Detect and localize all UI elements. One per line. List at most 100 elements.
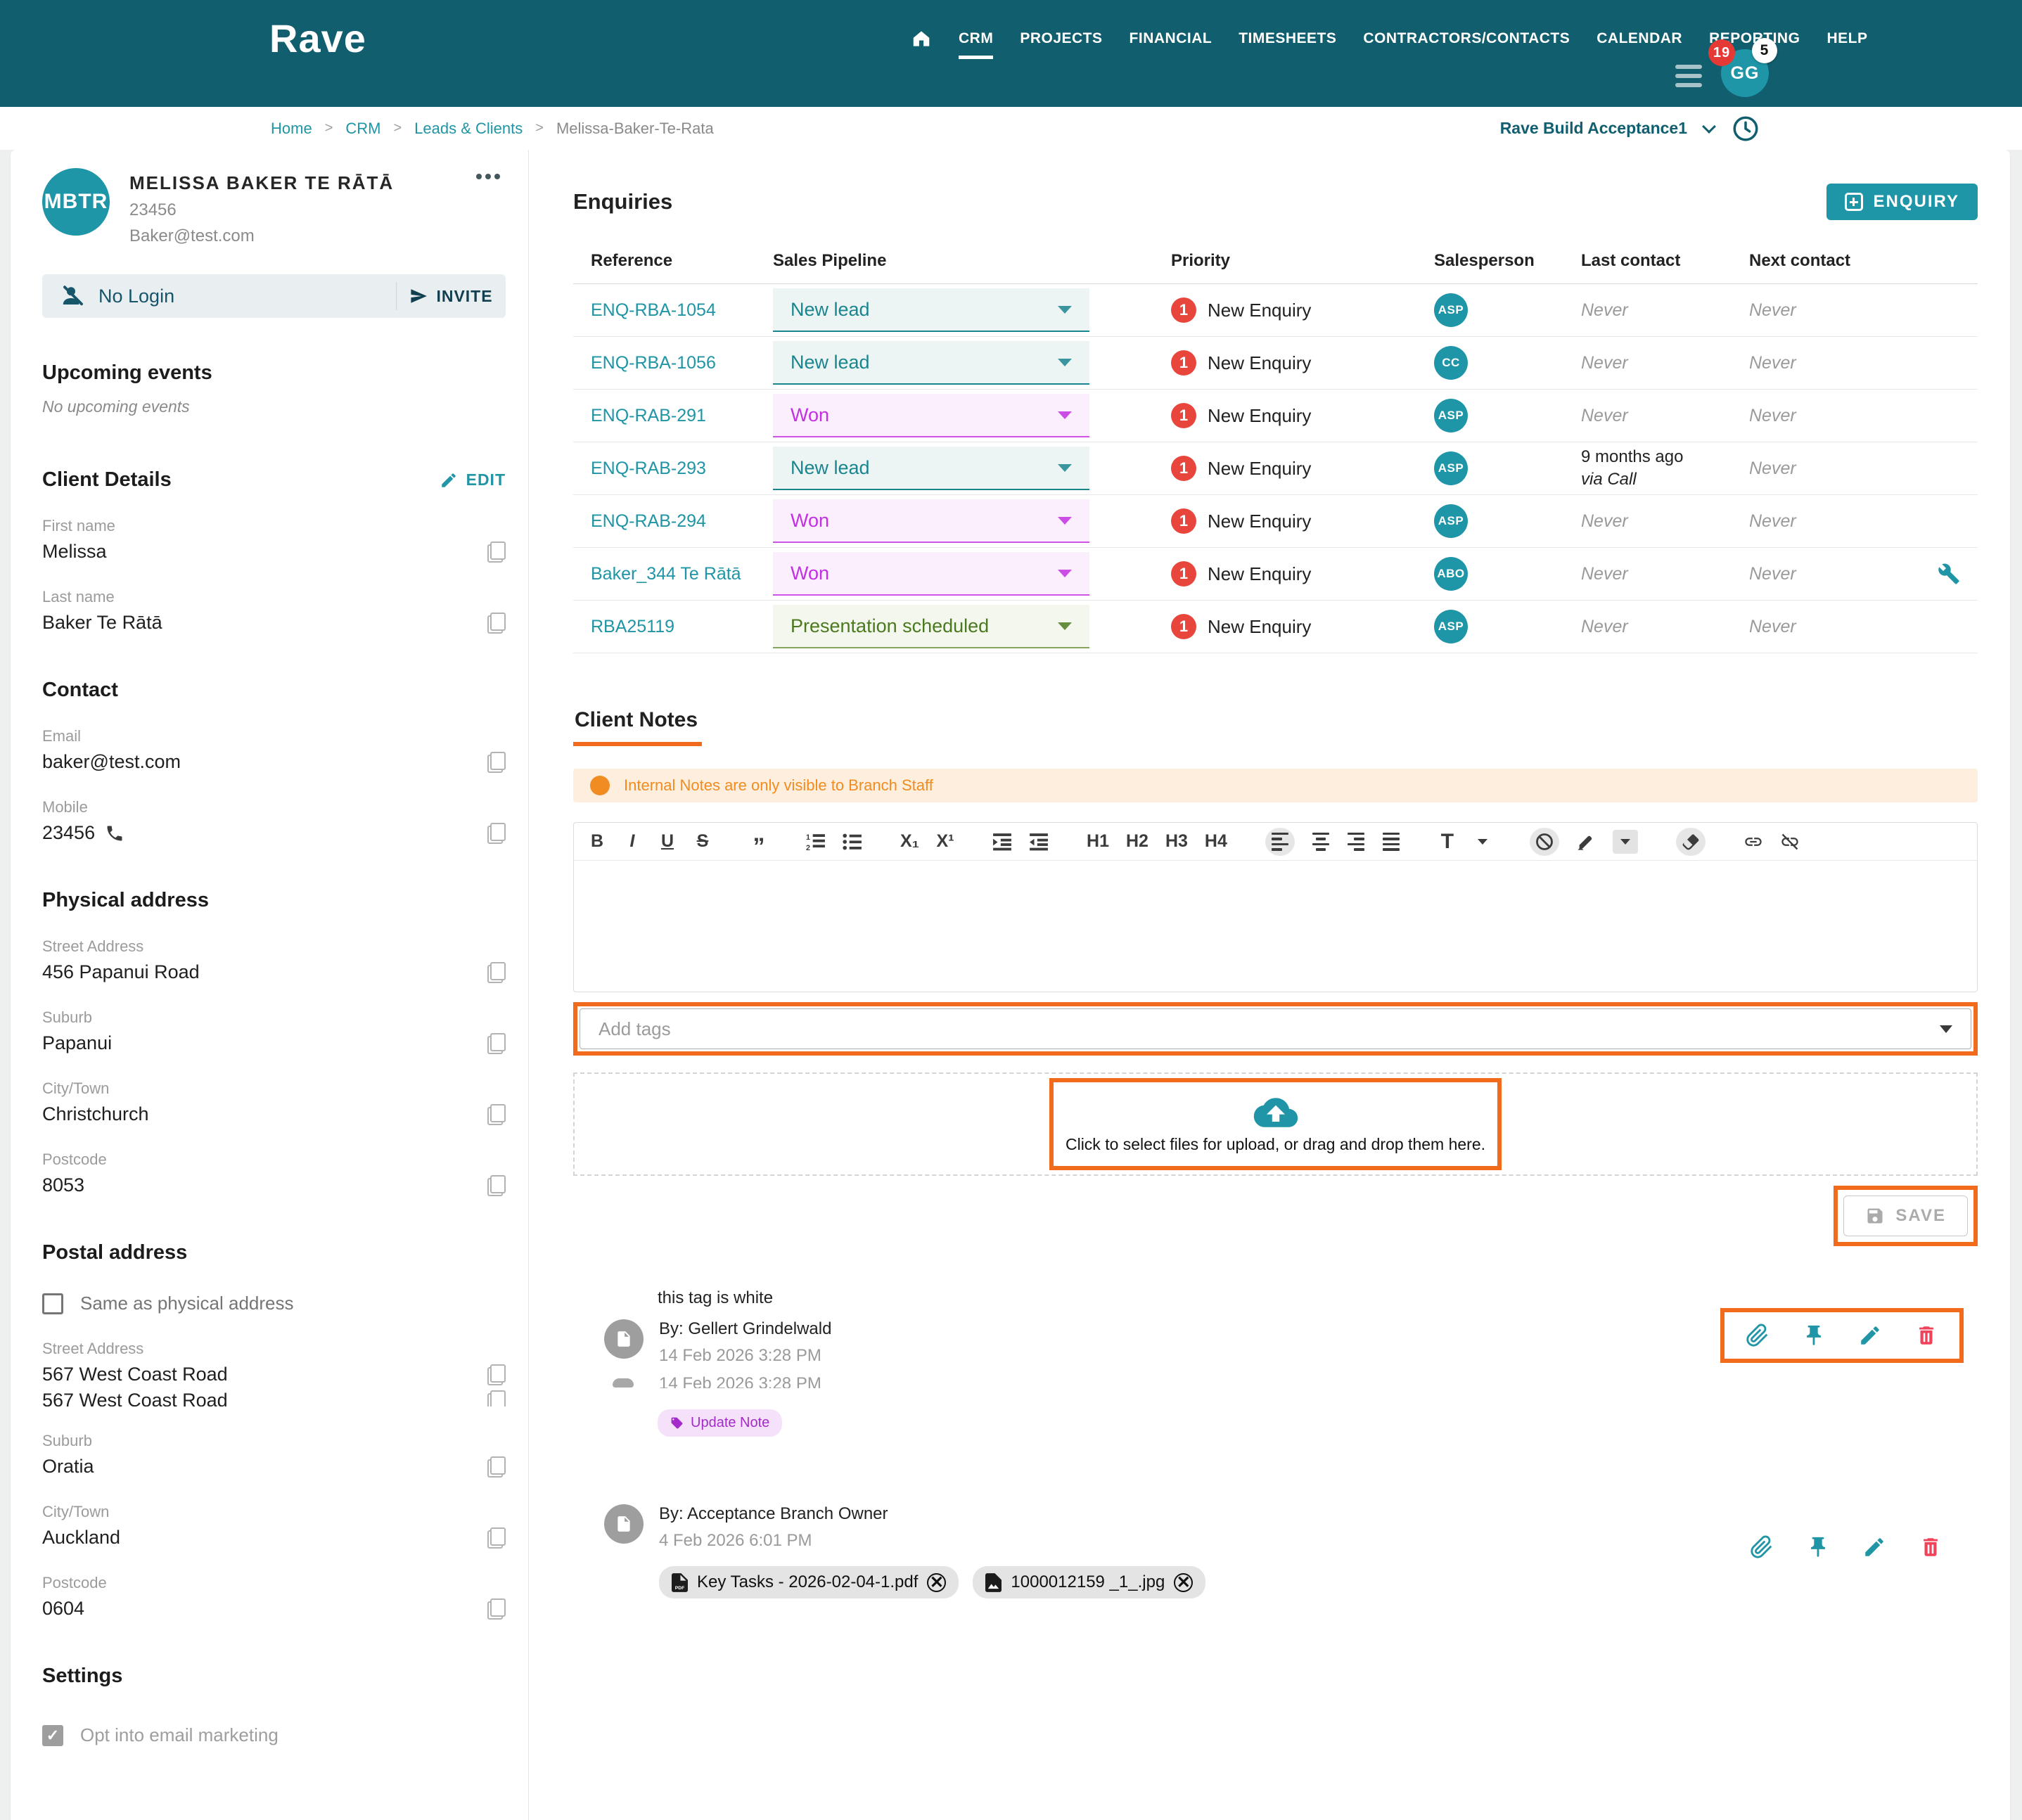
history-clock-icon[interactable]	[1731, 114, 1760, 143]
sales-pipeline-select[interactable]: Won	[773, 394, 1089, 437]
eraser-icon[interactable]	[1676, 828, 1706, 856]
heading3-icon[interactable]: H3	[1165, 828, 1188, 856]
copy-icon[interactable]	[487, 541, 506, 563]
nav-timesheets[interactable]: TIMESHEETS	[1239, 30, 1336, 47]
edit-client-button[interactable]: EDIT	[440, 470, 506, 489]
home-icon[interactable]	[911, 28, 932, 49]
copy-icon[interactable]	[487, 1033, 506, 1054]
attach-icon[interactable]	[1746, 1324, 1770, 1347]
enquiry-reference-link[interactable]: Baker_344 Te Rātā	[573, 564, 773, 584]
enquiry-reference-link[interactable]: RBA25119	[573, 617, 773, 637]
delete-note-icon[interactable]	[1919, 1535, 1943, 1559]
more-options-icon[interactable]	[476, 174, 500, 179]
phone-icon[interactable]	[105, 824, 124, 843]
sales-pipeline-select[interactable]: New lead	[773, 288, 1089, 332]
enquiry-reference-link[interactable]: ENQ-RBA-1054	[573, 300, 773, 321]
notifications-badge[interactable]: 19	[1708, 39, 1735, 66]
copy-icon[interactable]	[487, 1364, 506, 1385]
align-center-icon[interactable]	[1312, 828, 1330, 856]
hamburger-menu-icon[interactable]	[1675, 65, 1702, 87]
link-icon[interactable]	[1743, 828, 1763, 856]
copy-icon[interactable]	[487, 1527, 506, 1549]
align-justify-icon[interactable]	[1382, 828, 1400, 856]
remove-attachment-icon[interactable]: ✕	[1174, 1573, 1193, 1592]
text-color-icon[interactable]: T	[1438, 828, 1457, 856]
dropdown-caret-icon[interactable]	[1940, 1025, 1952, 1033]
breadcrumb-crm[interactable]: CRM	[345, 120, 380, 138]
annotation-upload-target[interactable]: Click to select files for upload, or dra…	[1049, 1078, 1502, 1170]
chevron-down-icon[interactable]	[1702, 120, 1716, 134]
tools-icon[interactable]	[1938, 563, 1978, 585]
attachment-chip[interactable]: 1000012159 _1_.jpg ✕	[973, 1566, 1205, 1598]
save-note-button[interactable]: SAVE	[1843, 1196, 1968, 1236]
heading1-icon[interactable]: H1	[1087, 828, 1109, 856]
enquiry-reference-link[interactable]: ENQ-RBA-1056	[573, 353, 773, 373]
enquiry-reference-link[interactable]: ENQ-RAB-294	[573, 511, 773, 532]
priority-cell: 1 New Enquiry	[1171, 350, 1434, 376]
enquiry-reference-link[interactable]: ENQ-RAB-293	[573, 459, 773, 479]
heading4-icon[interactable]: H4	[1205, 828, 1227, 856]
client-notes-tab[interactable]: Client Notes	[573, 708, 702, 746]
attach-icon[interactable]	[1750, 1535, 1774, 1559]
sales-pipeline-select[interactable]: Presentation scheduled	[773, 605, 1089, 648]
copy-icon[interactable]	[487, 962, 506, 983]
sales-pipeline-select[interactable]: Won	[773, 499, 1089, 543]
tasks-badge[interactable]: 5	[1752, 38, 1777, 63]
delete-note-icon[interactable]	[1914, 1324, 1938, 1347]
invite-button[interactable]: INVITE	[397, 287, 506, 306]
copy-icon[interactable]	[487, 1104, 506, 1125]
sales-pipeline-select[interactable]: New lead	[773, 447, 1089, 490]
nav-projects[interactable]: PROJECTS	[1020, 30, 1102, 47]
enquiry-reference-link[interactable]: ENQ-RAB-291	[573, 406, 773, 426]
nav-financial[interactable]: FINANCIAL	[1130, 30, 1212, 47]
file-dropzone[interactable]: Click to select files for upload, or dra…	[573, 1072, 1978, 1176]
pin-icon[interactable]	[1806, 1535, 1830, 1559]
sales-pipeline-select[interactable]: Won	[773, 552, 1089, 596]
edit-note-icon[interactable]	[1858, 1324, 1882, 1347]
user-avatar[interactable]: GG 19 5	[1721, 49, 1769, 97]
outdent-icon[interactable]	[1029, 828, 1049, 856]
email-marketing-checkbox[interactable]: ✓	[42, 1725, 63, 1746]
indent-icon[interactable]	[992, 828, 1012, 856]
environment-selector[interactable]: Rave Build Acceptance1	[1500, 119, 1687, 138]
clear-format-icon[interactable]	[1530, 828, 1559, 856]
strikethrough-icon[interactable]: S	[693, 828, 712, 856]
sales-pipeline-select[interactable]: New lead	[773, 341, 1089, 385]
copy-icon[interactable]	[487, 1598, 506, 1620]
subscript-icon[interactable]: X₁	[900, 828, 919, 856]
breadcrumb-home[interactable]: Home	[271, 120, 312, 138]
bold-icon[interactable]: B	[588, 828, 606, 856]
align-left-icon[interactable]	[1265, 828, 1295, 856]
underline-icon[interactable]: U	[658, 828, 677, 856]
breadcrumb-leads-clients[interactable]: Leads & Clients	[414, 120, 523, 138]
ordered-list-icon[interactable]: 12	[806, 828, 826, 856]
nav-crm[interactable]: CRM	[959, 30, 993, 47]
add-tags-input[interactable]: Add tags	[580, 1008, 1971, 1049]
copy-icon[interactable]	[487, 613, 506, 634]
blockquote-icon[interactable]: ”	[750, 828, 768, 856]
heading2-icon[interactable]: H2	[1126, 828, 1148, 856]
copy-icon[interactable]	[487, 752, 506, 773]
nav-calendar[interactable]: CALENDAR	[1597, 30, 1682, 47]
note-editor-body[interactable]	[574, 861, 1977, 992]
copy-icon[interactable]	[487, 1456, 506, 1478]
nav-help[interactable]: HELP	[1826, 30, 1867, 47]
note-doc-icon	[615, 1515, 633, 1533]
superscript-icon[interactable]: X¹	[936, 828, 954, 856]
pin-icon[interactable]	[1802, 1324, 1826, 1347]
highlighter-icon[interactable]	[1576, 828, 1596, 856]
new-enquiry-button[interactable]: ENQUIRY	[1826, 184, 1978, 220]
bullet-list-icon[interactable]	[843, 828, 862, 856]
remove-attachment-icon[interactable]: ✕	[927, 1573, 946, 1592]
same-as-physical-checkbox[interactable]	[42, 1293, 63, 1314]
unlink-icon[interactable]	[1780, 828, 1800, 856]
highlighter-caret-icon[interactable]	[1613, 830, 1638, 854]
text-color-caret-icon[interactable]	[1473, 828, 1492, 856]
nav-contractors-contacts[interactable]: CONTRACTORS/CONTACTS	[1363, 30, 1570, 47]
edit-note-icon[interactable]	[1862, 1535, 1886, 1559]
copy-icon[interactable]	[487, 823, 506, 844]
italic-icon[interactable]: I	[623, 828, 641, 856]
align-right-icon[interactable]	[1347, 828, 1365, 856]
attachment-chip[interactable]: PDF Key Tasks - 2026-02-04-1.pdf ✕	[659, 1566, 959, 1598]
copy-icon[interactable]	[487, 1175, 506, 1196]
